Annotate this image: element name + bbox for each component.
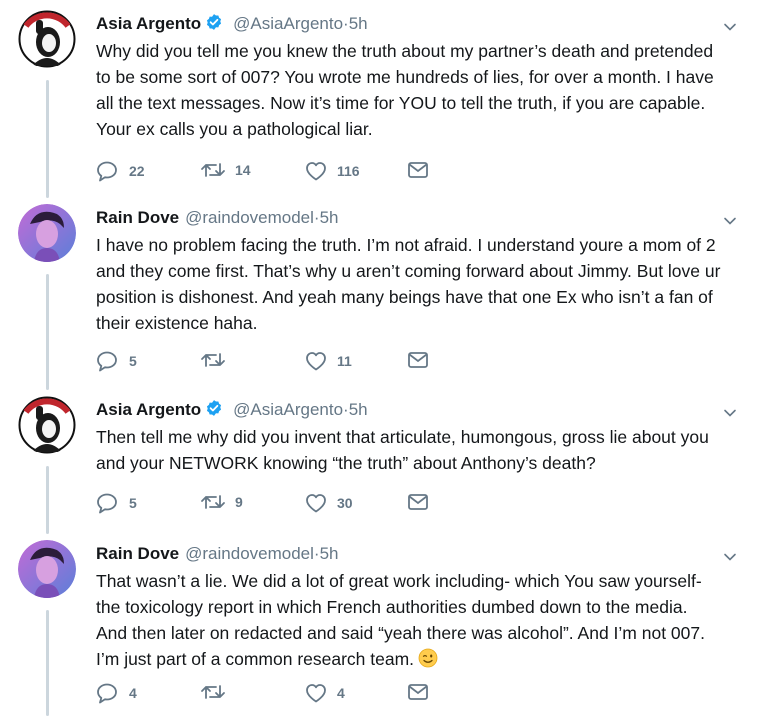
rain-dove-avatar-icon [18, 540, 76, 598]
like-button[interactable]: 30 [304, 492, 353, 514]
tweet-text-line: all the text messages. Now it’s time for… [96, 93, 706, 113]
reply-count: 22 [129, 163, 145, 179]
chevron-down-icon[interactable] [723, 550, 737, 564]
retweet-button[interactable] [200, 682, 235, 702]
tweet-text-line: And then later on redacted and said “yea… [96, 623, 705, 643]
envelope-icon [408, 352, 428, 368]
author-handle[interactable]: @AsiaArgento [233, 14, 343, 34]
reply-button[interactable]: 22 [96, 160, 145, 182]
reply-icon [97, 683, 117, 704]
retweet-icon [201, 495, 225, 509]
author-name[interactable]: Rain Dove [96, 544, 179, 564]
reply-button[interactable]: 5 [96, 492, 137, 514]
author-name[interactable]: Asia Argento [96, 400, 201, 420]
timestamp[interactable]: ·5h [314, 544, 339, 564]
verified-badge-icon [205, 13, 223, 36]
avatar[interactable] [18, 540, 76, 598]
avatar[interactable] [18, 204, 76, 262]
like-count: 116 [337, 163, 360, 179]
tweet-actions: 5 9 30 [96, 492, 456, 516]
tweet-text-line: That wasn’t a lie. We did a lot of great… [96, 571, 702, 591]
like-button[interactable]: 4 [304, 682, 345, 704]
retweet-icon [201, 163, 225, 177]
reply-count: 5 [129, 353, 137, 369]
asia-argento-avatar-icon [18, 10, 76, 68]
reply-button[interactable]: 4 [96, 682, 137, 704]
tweet-text-line: I have no problem facing the truth. I’m … [96, 235, 716, 255]
like-count: 30 [337, 495, 353, 511]
retweet-icon [201, 685, 225, 699]
asia-argento-avatar-icon [18, 396, 76, 454]
tweet-text-line: and they come first. That’s why u aren’t… [96, 261, 721, 281]
tweet-text: That wasn’t a lie. We did a lot of great… [96, 568, 747, 672]
retweet-icon [201, 353, 225, 367]
retweet-button[interactable] [200, 350, 235, 370]
reply-icon [97, 493, 117, 514]
tweet-text-line: Then tell me why did you invent that art… [96, 427, 709, 447]
like-button[interactable]: 11 [304, 350, 352, 372]
tweet-text-line: to be some sort of 007? You wrote me hun… [96, 67, 714, 87]
tweet-actions: 22 14 116 [96, 160, 456, 184]
heart-icon [306, 684, 326, 703]
tweet-text: Why did you tell me you knew the truth a… [96, 38, 747, 142]
direct-message-button[interactable] [406, 492, 430, 512]
timestamp[interactable]: ·5h [343, 14, 368, 34]
author-handle[interactable]: @raindovemodel [185, 208, 314, 228]
avatar[interactable] [18, 396, 76, 454]
tweet-text-line: Your ex calls you a pathological liar. [96, 119, 373, 139]
author-name[interactable]: Asia Argento [96, 14, 201, 34]
tweet-actions: 4 4 [96, 682, 456, 706]
envelope-icon [408, 494, 428, 510]
heart-icon [306, 162, 326, 181]
thread-line [46, 466, 49, 534]
chevron-down-icon[interactable] [723, 214, 737, 228]
tweet-text-line: Why did you tell me you knew the truth a… [96, 41, 714, 61]
tweet-text-line: their existence haha. [96, 313, 258, 333]
direct-message-button[interactable] [406, 682, 430, 702]
tweet-text-line: I’m just part of a common research team. [96, 646, 747, 672]
thread-line [46, 80, 49, 198]
reply-count: 5 [129, 495, 137, 511]
chevron-down-icon[interactable] [723, 20, 737, 34]
direct-message-button[interactable] [406, 160, 430, 180]
chevron-down-icon[interactable] [723, 406, 737, 420]
heart-icon [306, 494, 326, 513]
like-button[interactable]: 116 [304, 160, 360, 182]
reply-icon [97, 161, 117, 182]
reply-button[interactable]: 5 [96, 350, 137, 372]
retweet-count: 9 [235, 494, 243, 510]
tweet-text-line: and your NETWORK knowing “the truth” abo… [96, 453, 596, 473]
tweet-text: I have no problem facing the truth. I’m … [96, 232, 747, 336]
author-handle[interactable]: @AsiaArgento [233, 400, 343, 420]
author-handle[interactable]: @raindovemodel [185, 544, 314, 564]
heart-icon [306, 352, 326, 371]
timestamp[interactable]: ·5h [343, 400, 368, 420]
envelope-icon [408, 162, 428, 178]
like-count: 11 [337, 353, 352, 369]
like-count: 4 [337, 685, 345, 701]
tweet-text-line: position is dishonest. And yeah many bei… [96, 287, 713, 307]
direct-message-button[interactable] [406, 350, 430, 370]
retweet-button[interactable]: 9 [200, 492, 243, 512]
avatar[interactable] [18, 10, 76, 68]
thread-line [46, 274, 49, 390]
reply-icon [97, 351, 117, 372]
verified-badge-icon [205, 399, 223, 422]
winking-face-icon [418, 648, 438, 668]
thread-line [46, 610, 49, 716]
retweet-count: 14 [235, 162, 251, 178]
tweet-text-line: the toxicology report in which French au… [96, 597, 688, 617]
author-name[interactable]: Rain Dove [96, 208, 179, 228]
envelope-icon [408, 684, 428, 700]
tweet-actions: 5 11 [96, 350, 456, 374]
tweet-text: Then tell me why did you invent that art… [96, 424, 747, 476]
rain-dove-avatar-icon [18, 204, 76, 262]
retweet-button[interactable]: 14 [200, 160, 251, 180]
tweet-text-line-content: I’m just part of a common research team. [96, 649, 415, 669]
reply-count: 4 [129, 685, 137, 701]
timestamp[interactable]: ·5h [314, 208, 339, 228]
